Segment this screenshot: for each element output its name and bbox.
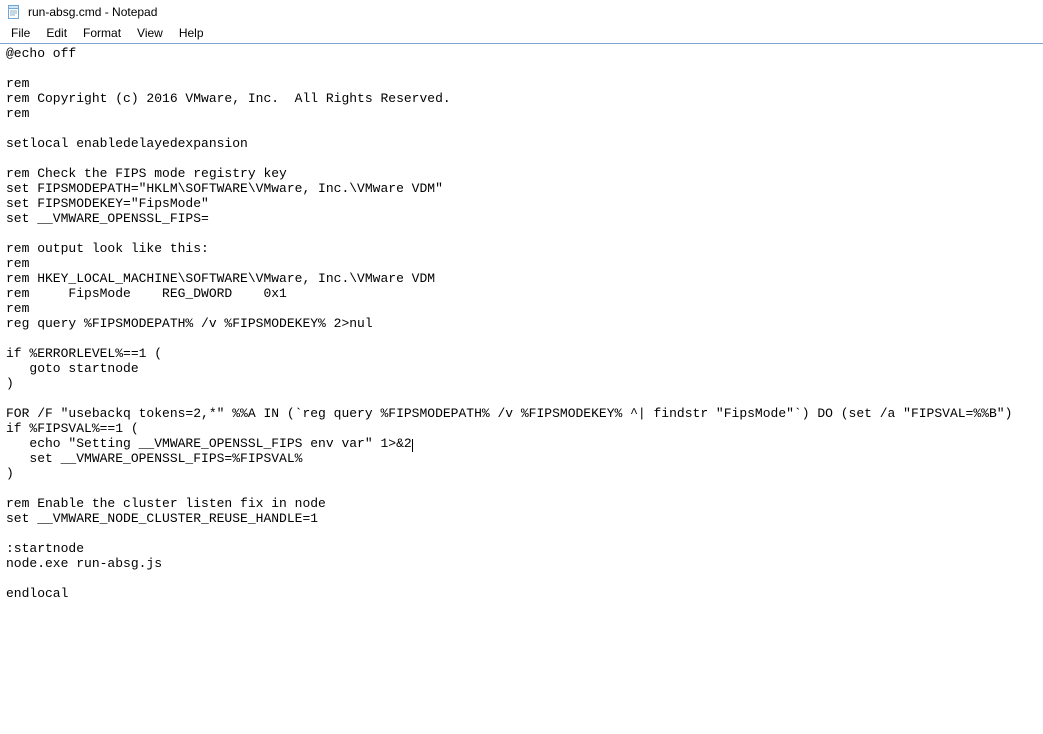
editor-line: if %ERRORLEVEL%==1 (	[6, 346, 1037, 361]
editor-line: set FIPSMODEPATH="HKLM\SOFTWARE\VMware, …	[6, 181, 1037, 196]
editor-line	[6, 331, 1037, 346]
window-title: run-absg.cmd - Notepad	[28, 5, 157, 19]
editor-line: set __VMWARE_OPENSSL_FIPS=%FIPSVAL%	[6, 451, 1037, 466]
editor-line	[6, 226, 1037, 241]
titlebar: run-absg.cmd - Notepad	[0, 0, 1043, 23]
notepad-icon	[6, 4, 22, 20]
editor-line: rem output look like this:	[6, 241, 1037, 256]
editor-line	[6, 61, 1037, 76]
editor-line	[6, 151, 1037, 166]
editor-line	[6, 526, 1037, 541]
menu-view[interactable]: View	[130, 24, 170, 42]
editor-line: @echo off	[6, 46, 1037, 61]
editor-line: rem FipsMode REG_DWORD 0x1	[6, 286, 1037, 301]
editor-line	[6, 571, 1037, 586]
menu-format[interactable]: Format	[76, 24, 128, 42]
editor-line: set __VMWARE_OPENSSL_FIPS=	[6, 211, 1037, 226]
editor-line: node.exe run-absg.js	[6, 556, 1037, 571]
menu-help[interactable]: Help	[172, 24, 211, 42]
editor-line: )	[6, 376, 1037, 391]
editor-line	[6, 391, 1037, 406]
editor-line: :startnode	[6, 541, 1037, 556]
editor-line: reg query %FIPSMODEPATH% /v %FIPSMODEKEY…	[6, 316, 1037, 331]
editor-line: if %FIPSVAL%==1 (	[6, 421, 1037, 436]
editor-line: rem HKEY_LOCAL_MACHINE\SOFTWARE\VMware, …	[6, 271, 1037, 286]
editor-line: rem Copyright (c) 2016 VMware, Inc. All …	[6, 91, 1037, 106]
editor-line: rem	[6, 106, 1037, 121]
editor-line: )	[6, 466, 1037, 481]
menu-edit[interactable]: Edit	[39, 24, 74, 42]
editor-line: rem Check the FIPS mode registry key	[6, 166, 1037, 181]
editor-line: set FIPSMODEKEY="FipsMode"	[6, 196, 1037, 211]
editor-line: set __VMWARE_NODE_CLUSTER_REUSE_HANDLE=1	[6, 511, 1037, 526]
editor-line	[6, 121, 1037, 136]
menubar: File Edit Format View Help	[0, 23, 1043, 44]
text-editor-area[interactable]: @echo offremrem Copyright (c) 2016 VMwar…	[0, 44, 1043, 734]
editor-line: goto startnode	[6, 361, 1037, 376]
editor-line: endlocal	[6, 586, 1037, 601]
editor-line: rem Enable the cluster listen fix in nod…	[6, 496, 1037, 511]
menu-file[interactable]: File	[4, 24, 37, 42]
editor-line: FOR /F "usebackq tokens=2,*" %%A IN (`re…	[6, 406, 1037, 421]
editor-line: rem	[6, 256, 1037, 271]
editor-line: rem	[6, 76, 1037, 91]
text-caret	[412, 439, 413, 452]
editor-line: setlocal enabledelayedexpansion	[6, 136, 1037, 151]
editor-line: echo "Setting __VMWARE_OPENSSL_FIPS env …	[6, 436, 1037, 451]
editor-line	[6, 481, 1037, 496]
editor-line: rem	[6, 301, 1037, 316]
